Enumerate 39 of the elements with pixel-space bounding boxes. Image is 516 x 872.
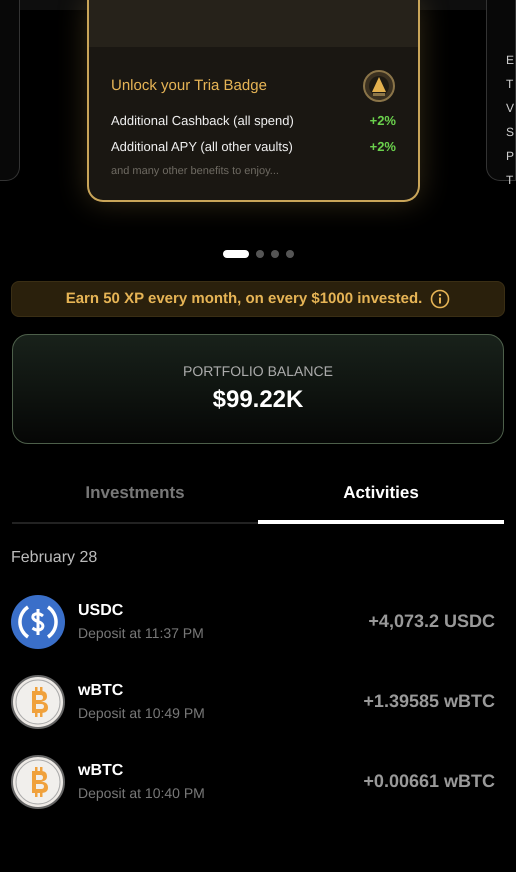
card-title: Unlock your Tria Badge (111, 76, 267, 96)
benefit-label: Additional Cashback (all spend) (111, 112, 294, 130)
date-heading: February 28 (11, 548, 98, 568)
asset-name: wBTC (78, 761, 124, 781)
activity-row[interactable]: wBTC Deposit at 10:49 PM +1.39585 wBTC (0, 674, 516, 730)
activity-row[interactable]: USDC Deposit at 11:37 PM +4,073.2 USDC (0, 594, 516, 650)
card-text: E (506, 52, 514, 69)
bitcoin-coin-icon (11, 754, 65, 808)
page-dot[interactable] (286, 250, 294, 258)
activity-amount: +1.39585 wBTC (363, 690, 495, 713)
bitcoin-coin-icon (11, 674, 65, 728)
benefit-label: Additional APY (all other vaults) (111, 138, 293, 156)
page-dot[interactable] (256, 250, 264, 258)
info-icon[interactable] (430, 289, 450, 309)
activity-detail: Deposit at 11:37 PM (78, 624, 204, 643)
banner-text: Earn 50 XP every month, on every $1000 invested. (66, 288, 422, 309)
balance-label: PORTFOLIO BALANCE (183, 362, 333, 380)
activity-row[interactable]: wBTC Deposit at 10:40 PM +0.00661 wBTC (0, 754, 516, 810)
tab[interactable]: Activities (258, 472, 504, 524)
badge-card[interactable]: Unlock your Tria Badge Additional Cashback (all spend) +2% Additional APY (all other vaults) +2% and many other benefits to enjoy... (87, 0, 420, 202)
balance-value: $99.22K (212, 384, 304, 414)
side-card[interactable] (0, 0, 20, 181)
dollar-coin-icon (11, 594, 65, 648)
asset-name: USDC (78, 601, 124, 621)
footnote: and many other benefits to enjoy... (111, 164, 280, 179)
asset-name: wBTC (78, 681, 124, 701)
activity-detail: Deposit at 10:49 PM (78, 704, 205, 723)
tab[interactable]: Investments (12, 472, 258, 524)
page-dot[interactable] (270, 250, 278, 258)
medal-icon (362, 69, 396, 103)
activity-detail: Deposit at 10:40 PM (78, 784, 205, 803)
card-text: T (506, 76, 514, 93)
activity-amount: +4,073.2 USDC (368, 610, 495, 633)
card-text: P (506, 148, 514, 165)
benefit-value: +2% (370, 112, 396, 130)
benefit-value: +2% (370, 138, 396, 156)
activity-amount: +0.00661 wBTC (363, 770, 495, 793)
card-text: S (506, 124, 514, 141)
card-text: V (506, 100, 514, 117)
